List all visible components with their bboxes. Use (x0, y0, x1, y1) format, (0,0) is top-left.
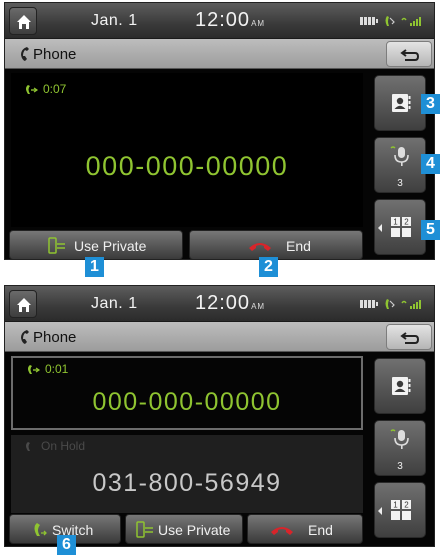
keypad-button[interactable]: 1 2 (374, 482, 426, 538)
contacts-button[interactable] (374, 358, 426, 414)
status-date: Jan. 1 (91, 295, 138, 312)
home-icon (17, 15, 31, 29)
end-call-button[interactable]: End (247, 514, 363, 544)
page-title: Phone (33, 46, 77, 63)
keypad-icon: 1 2 (391, 500, 411, 520)
active-call-line[interactable]: 0:01 000-000-00000 (11, 356, 363, 430)
status-bar: Jan. 1 12:00AM (5, 3, 434, 39)
active-caller-number: 000-000-00000 (92, 388, 282, 416)
home-icon (17, 298, 31, 312)
bluetooth-phone-icon (385, 299, 395, 309)
call-timer-value: 0:07 (43, 82, 67, 96)
call-screen-single: Jan. 1 12:00AM Phone 0:07 000-000-00000 … (4, 2, 435, 260)
end-call-icon (249, 243, 271, 251)
end-call-label: End (308, 522, 333, 538)
phone-transfer-icon (48, 237, 65, 254)
battery-icon (360, 300, 378, 308)
title-bar: Phone (5, 39, 434, 69)
caller-number: 000-000-00000 (85, 151, 289, 181)
svg-text:2: 2 (404, 218, 409, 227)
callout-2: 2 (259, 257, 278, 277)
phone-transfer-icon (26, 85, 39, 95)
signal-icon (401, 300, 421, 309)
held-caller-number: 031-800-56949 (92, 469, 282, 497)
status-ampm: AM (251, 19, 266, 28)
switch-call-icon (34, 523, 47, 536)
held-status: On Hold (23, 439, 85, 453)
keypad-button[interactable]: 1 2 (374, 199, 426, 255)
end-call-icon (271, 527, 293, 535)
keypad-icon: 1 2 (391, 217, 411, 237)
contacts-icon (392, 377, 411, 395)
use-private-button[interactable]: Use Private (9, 230, 183, 259)
contacts-icon (392, 94, 411, 112)
svg-text:1: 1 (393, 218, 398, 227)
page-title: Phone (33, 329, 77, 346)
callout-4: 4 (421, 154, 440, 174)
mic-mute-icon (390, 146, 409, 166)
dtmf-count: 3 (397, 461, 403, 472)
mic-mute-button[interactable]: 3 (374, 420, 426, 476)
status-time: 12:00AM (195, 292, 266, 314)
back-button[interactable] (386, 41, 432, 67)
status-icons (360, 299, 421, 309)
mic-mute-button[interactable]: 3 (374, 137, 426, 193)
phone-transfer-icon (28, 365, 41, 375)
expand-arrow-icon (378, 224, 382, 232)
end-call-label: End (286, 238, 311, 254)
callout-1: 1 (85, 257, 104, 277)
held-status-label: On Hold (41, 439, 86, 453)
home-button[interactable] (9, 7, 37, 35)
status-icons (360, 16, 421, 26)
call-info-panel: 0:07 000-000-00000 (11, 73, 363, 227)
home-button[interactable] (9, 290, 37, 318)
status-bar: Jan. 1 12:00AM (5, 286, 434, 322)
callout-5: 5 (421, 220, 440, 240)
phone-icon (26, 442, 30, 452)
use-private-button[interactable]: Use Private (125, 514, 243, 544)
callout-3: 3 (421, 94, 440, 114)
bluetooth-phone-icon (385, 16, 395, 26)
end-call-button[interactable]: End (189, 230, 363, 259)
dtmf-count: 3 (397, 178, 403, 189)
callout-6: 6 (57, 535, 76, 555)
use-private-label: Use Private (74, 238, 147, 254)
call-timer: 0:07 (23, 82, 66, 96)
back-button[interactable] (386, 324, 432, 350)
svg-text:1: 1 (393, 501, 398, 510)
status-time: 12:00AM (195, 9, 266, 31)
back-arrow-icon (400, 49, 420, 61)
call-timer-value: 0:01 (45, 362, 69, 376)
title-bar: Phone (5, 322, 434, 352)
status-date: Jan. 1 (91, 12, 138, 29)
use-private-label: Use Private (158, 522, 231, 538)
expand-arrow-icon (378, 507, 382, 515)
held-call-line[interactable]: On Hold 031-800-56949 (11, 435, 363, 513)
phone-transfer-icon (136, 521, 153, 538)
contacts-button[interactable] (374, 75, 426, 131)
signal-icon (401, 17, 421, 26)
call-screen-multi: Jan. 1 12:00AM Phone 0:01 000-000-00000 … (4, 285, 435, 547)
mic-mute-icon (390, 429, 409, 449)
phone-icon (21, 47, 29, 61)
battery-icon (360, 17, 378, 25)
status-ampm: AM (251, 302, 266, 311)
back-arrow-icon (400, 332, 420, 344)
call-timer: 0:01 (25, 362, 68, 376)
svg-text:2: 2 (404, 501, 409, 510)
phone-icon (21, 330, 29, 344)
